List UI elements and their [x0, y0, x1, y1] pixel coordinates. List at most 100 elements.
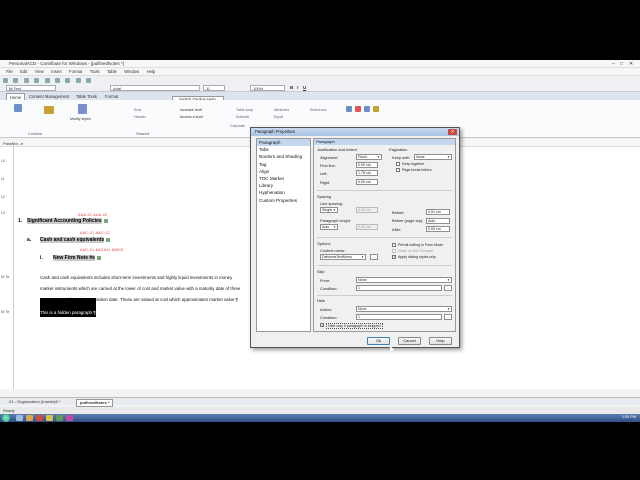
keep-with-select[interactable]: None ▼: [414, 154, 452, 160]
taskbar-folder-icon[interactable]: [26, 415, 33, 421]
menu-file[interactable]: File: [6, 68, 13, 75]
content-icon[interactable]: [14, 104, 22, 112]
before-input[interactable]: 0.51 cm: [426, 209, 450, 215]
heading-level-1[interactable]: Significant Accounting Policies: [27, 218, 108, 224]
before-page-top-input[interactable]: Auto: [426, 218, 450, 224]
tab-table-tools[interactable]: Table Tools: [73, 93, 100, 100]
category-toc-marker[interactable]: TOC Marker: [257, 175, 310, 182]
paste-icon[interactable]: [65, 77, 71, 83]
hidden-paragraph[interactable]: This is a hidden paragraph.¶: [40, 310, 96, 315]
close-window-button[interactable]: ✕: [629, 61, 633, 67]
style-select[interactable]: M:Text: [6, 85, 56, 91]
menu-format[interactable]: Format: [69, 68, 82, 75]
font-select[interactable]: Arial: [110, 85, 200, 91]
doc-tab-active[interactable]: pulfinedNotes *: [76, 399, 114, 407]
taskbar-app-icon[interactable]: [46, 415, 53, 421]
category-align[interactable]: Align: [257, 168, 310, 175]
menu-table[interactable]: Table: [107, 68, 117, 75]
underline-button[interactable]: U: [303, 85, 306, 90]
category-custom-properties[interactable]: Custom Properties: [257, 197, 310, 204]
table-wrap-button[interactable]: Table wrap: [236, 108, 253, 112]
ribbon-tool-icon-4[interactable]: [373, 106, 379, 112]
undo-icon[interactable]: [75, 77, 81, 83]
modify-styles-icon[interactable]: [78, 104, 87, 114]
help-button[interactable]: Help: [429, 337, 452, 345]
permit-editing-checkbox[interactable]: [392, 243, 396, 247]
after-input[interactable]: 0.00 cm: [426, 226, 450, 232]
taskbar-app-icon[interactable]: [16, 415, 23, 421]
ribbon-tool-icon-1[interactable]: [346, 106, 352, 112]
menu-insert[interactable]: Insert: [51, 68, 61, 75]
doc-tab[interactable]: 01 - Organization (Insider)6 *: [6, 399, 63, 405]
menu-edit[interactable]: Edit: [20, 68, 27, 75]
context-menu-browse-button[interactable]: ...: [370, 254, 378, 260]
attributes-button[interactable]: Attributes: [274, 108, 289, 112]
skip-from-select[interactable]: None ▼: [356, 277, 452, 283]
access-level-button[interactable]: Access a level: [180, 115, 203, 119]
subtotal-button[interactable]: Subtotal: [236, 115, 249, 119]
dialog-close-button[interactable]: ✕: [448, 129, 457, 135]
cancel-button[interactable]: Cancel: [398, 337, 421, 345]
new-icon[interactable]: [3, 77, 8, 83]
right-indent-input[interactable]: 0.00 cm: [356, 179, 378, 185]
print-icon[interactable]: [34, 77, 40, 83]
first-line-input[interactable]: 0.00 cm: [356, 162, 378, 168]
body-line[interactable]: Cash and cash equivalents includes short…: [40, 273, 232, 283]
menu-view[interactable]: View: [35, 68, 44, 75]
equal-button[interactable]: Equal: [274, 115, 283, 119]
clear-roll-forward-checkbox[interactable]: [392, 249, 396, 253]
keep-together-checkbox[interactable]: [396, 162, 400, 166]
taskbar-app-icon[interactable]: [56, 415, 63, 421]
italic-button[interactable]: I: [297, 85, 298, 90]
ok-button[interactable]: Ok: [367, 337, 390, 345]
modify-styles-label[interactable]: Modify styles: [70, 117, 91, 121]
apply-styles-checkbox[interactable]: ✓: [392, 255, 396, 259]
skip-condition-browse-button[interactable]: ...: [444, 285, 452, 291]
header-button[interactable]: Header: [134, 115, 146, 119]
skip-condition-input[interactable]: 1: [356, 285, 442, 291]
hide-condition-input[interactable]: 1: [356, 314, 442, 320]
calculate-button[interactable]: Calculate: [230, 124, 245, 128]
copy-icon[interactable]: [54, 77, 60, 83]
heading-level-2[interactable]: Cash and cash equivalents: [40, 237, 111, 243]
heading-level-3[interactable]: New Firm Note #s: [53, 255, 101, 261]
left-indent-input[interactable]: 1.78 cm: [356, 170, 378, 176]
increase-level-button[interactable]: Increase level: [180, 108, 202, 112]
start-button[interactable]: [2, 414, 10, 422]
hide-action-select[interactable]: None ▼: [356, 306, 452, 312]
ribbon-tool-icon-2[interactable]: [355, 106, 361, 112]
category-library[interactable]: Library: [257, 182, 310, 189]
category-hyphenation[interactable]: Hyphenation: [257, 189, 310, 196]
alignment-select[interactable]: Flush ▼: [356, 154, 382, 160]
paragraph-height-select[interactable]: Auto ▼: [320, 224, 338, 230]
context-menu-select[interactable]: DsfviewsTextMenu ▼: [320, 254, 366, 260]
maximize-button[interactable]: □: [620, 61, 623, 67]
menu-help[interactable]: Help: [147, 68, 156, 75]
font-size-select[interactable]: 11: [203, 85, 225, 91]
paragraph-height-value-input[interactable]: 0.00 cm: [356, 224, 378, 230]
category-tabs[interactable]: Tabs: [257, 146, 310, 153]
category-borders-shading[interactable]: Borders and Shading: [257, 153, 310, 160]
zoom-select[interactable]: 100%: [250, 85, 285, 91]
cut-icon[interactable]: [44, 77, 50, 83]
category-paragraph[interactable]: Paragraph: [257, 139, 310, 147]
open-icon[interactable]: [13, 77, 19, 83]
body-line[interactable]: market instruments which are carried at …: [40, 284, 240, 294]
tab-content-management[interactable]: Content Management: [26, 93, 72, 100]
taskbar-app-icon[interactable]: [66, 415, 73, 421]
minimize-button[interactable]: –: [612, 61, 615, 67]
tab-format[interactable]: Format: [102, 93, 121, 100]
folder-icon[interactable]: [44, 106, 54, 114]
bold-button[interactable]: B: [290, 85, 293, 90]
ribbon-tool-icon-3[interactable]: [364, 106, 370, 112]
hide-condition-browse-button[interactable]: ...: [444, 314, 452, 320]
redo-icon[interactable]: [86, 77, 92, 83]
line-spacing-value-input[interactable]: 0.00 cm: [356, 207, 378, 213]
page-break-before-checkbox[interactable]: [396, 168, 400, 172]
taskbar-media-icon[interactable]: [36, 415, 43, 421]
line-spacing-select[interactable]: Single ▼: [320, 207, 338, 213]
menu-tools[interactable]: Tools: [90, 68, 100, 75]
reference-button[interactable]: Reference: [310, 108, 327, 112]
save-icon[interactable]: [23, 77, 29, 83]
tab-home[interactable]: Home: [6, 93, 26, 100]
